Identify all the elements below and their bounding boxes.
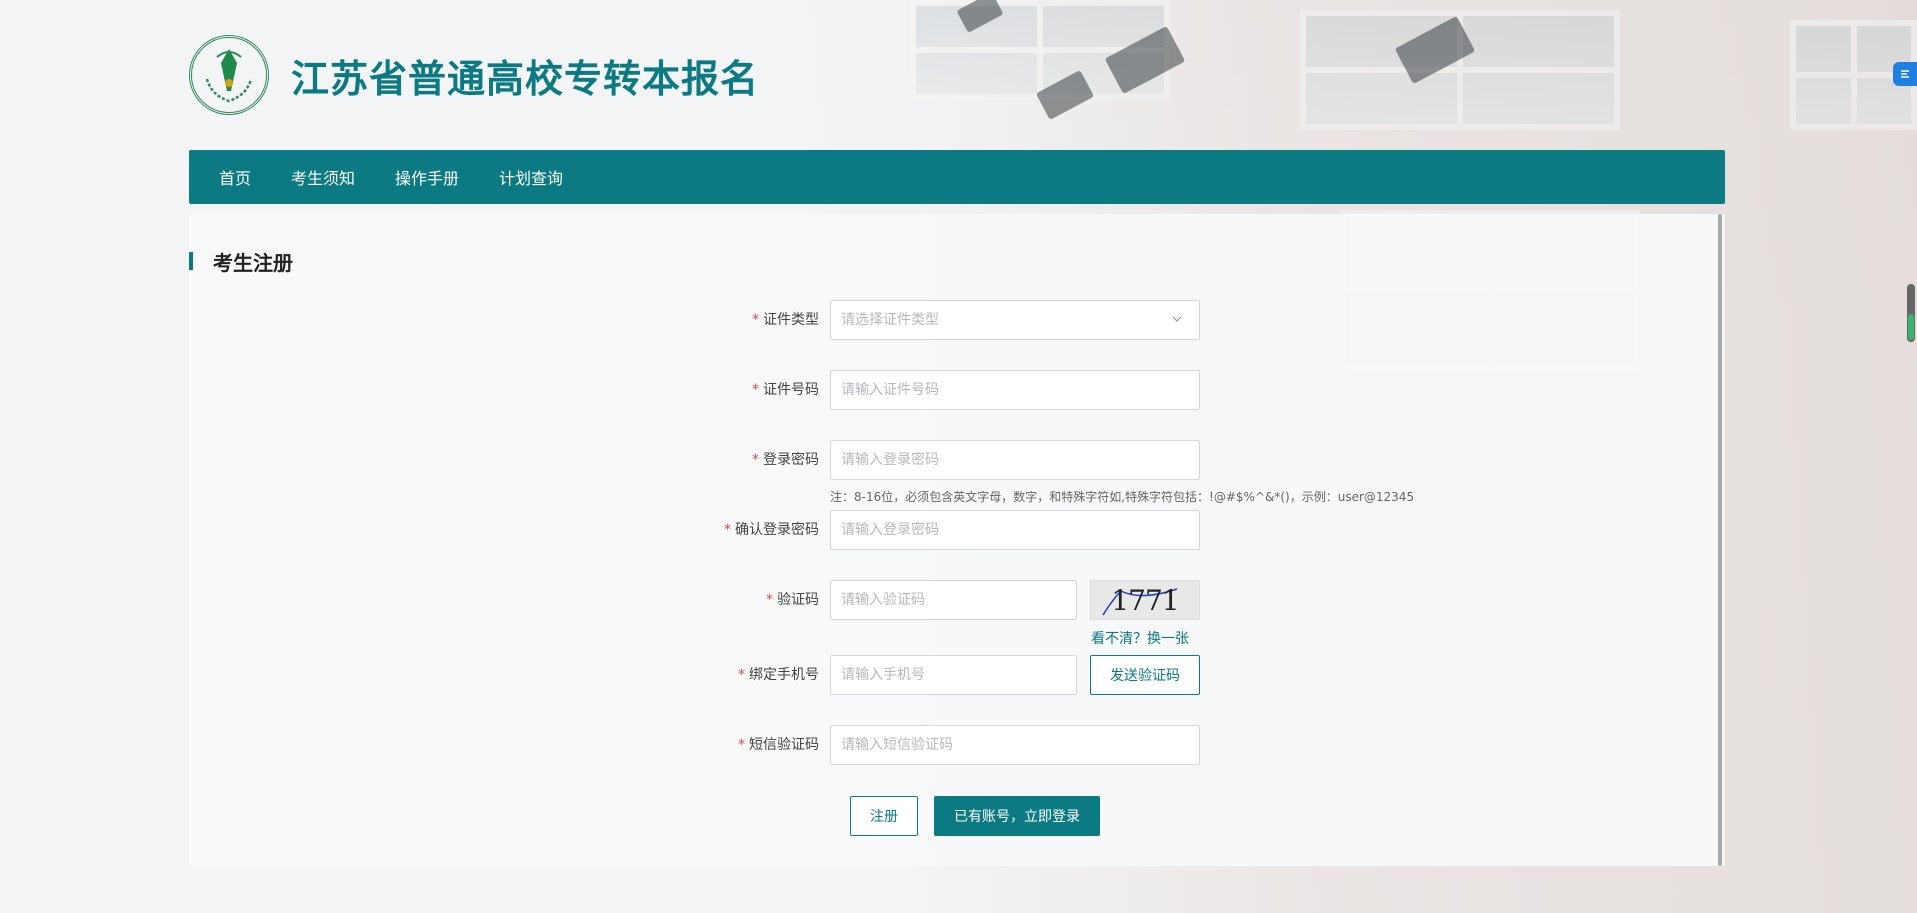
- sms-code-input[interactable]: [830, 725, 1200, 765]
- login-button[interactable]: 已有账号，立即登录: [934, 796, 1100, 836]
- nav-item-plan-query[interactable]: 计划查询: [499, 165, 563, 189]
- id-type-label: * 证件类型: [752, 312, 819, 328]
- nav-item-home[interactable]: 首页: [219, 165, 251, 189]
- site-title: 江苏省普通高校专转本报名: [291, 56, 760, 101]
- required-mark: *: [752, 312, 759, 328]
- register-button[interactable]: 注册: [850, 796, 918, 836]
- form-row-confirm-password: * 确认登录密码: [189, 510, 1725, 550]
- form-row-id-number: * 证件号码: [189, 370, 1725, 410]
- section-title: 考生注册: [213, 250, 293, 275]
- school-logo-icon: [189, 35, 269, 115]
- translate-widget-icon[interactable]: [1893, 62, 1917, 86]
- section-header: 考生注册: [189, 250, 293, 275]
- password-hint: 注：8-16位，必须包含英文字母，数字，和特殊字符如,特殊字符包括：!@#$%^…: [830, 490, 1415, 504]
- confirm-password-input[interactable]: [830, 510, 1200, 550]
- confirm-password-label: * 确认登录密码: [724, 522, 819, 538]
- form-row-phone: *绑定手机号 发送验证码: [189, 655, 1725, 695]
- required-mark: *: [738, 667, 745, 683]
- captcha-input[interactable]: [830, 580, 1077, 620]
- phone-label: * 绑定手机号: [738, 667, 819, 683]
- captcha-refresh-link[interactable]: 看不清？换一张: [1091, 628, 1189, 648]
- chevron-down-icon: [1172, 316, 1182, 322]
- captcha-label: * 验证码: [766, 592, 819, 608]
- id-number-input[interactable]: [830, 370, 1200, 410]
- main-nav: 首页 考生须知 操作手册 计划查询: [189, 150, 1725, 204]
- page-scrollbar[interactable]: [1907, 284, 1915, 342]
- password-label: * 登录密码: [752, 452, 819, 468]
- captcha-text: 1771: [1111, 583, 1179, 617]
- required-mark: *: [738, 737, 745, 753]
- site-header: 江苏省普通高校专转本报名: [189, 30, 759, 120]
- required-mark: *: [724, 522, 731, 538]
- sms-code-label: * 短信验证码: [738, 737, 819, 753]
- captcha-image[interactable]: 1771: [1090, 580, 1200, 620]
- required-mark: *: [752, 382, 759, 398]
- form-row-sms-code: * 短信验证码: [189, 725, 1725, 765]
- form-row-captcha: *验证码 1771 看不清？换一张: [189, 580, 1725, 647]
- section-accent-bar: [189, 252, 193, 270]
- panel-scrollbar[interactable]: [1718, 214, 1722, 866]
- send-sms-code-button[interactable]: 发送验证码: [1090, 655, 1200, 695]
- required-mark: *: [766, 592, 773, 608]
- nav-item-user-manual[interactable]: 操作手册: [395, 165, 459, 189]
- form-row-password: * 登录密码 注：8-16位，必须包含英文字母，数字，和特殊字符如,特殊字符包括：…: [189, 440, 1725, 504]
- required-mark: *: [752, 452, 759, 468]
- id-number-label: * 证件号码: [752, 382, 819, 398]
- phone-input[interactable]: [830, 655, 1077, 695]
- id-type-select[interactable]: [830, 300, 1200, 340]
- form-row-id-type: * 证件类型: [189, 300, 1725, 340]
- registration-panel: 考生注册 *证件类型 *证件号码 *登录密码 注：8-16位，必须包含英文字母，…: [189, 214, 1725, 866]
- nav-item-candidate-notice[interactable]: 考生须知: [291, 165, 355, 189]
- password-input[interactable]: [830, 440, 1200, 480]
